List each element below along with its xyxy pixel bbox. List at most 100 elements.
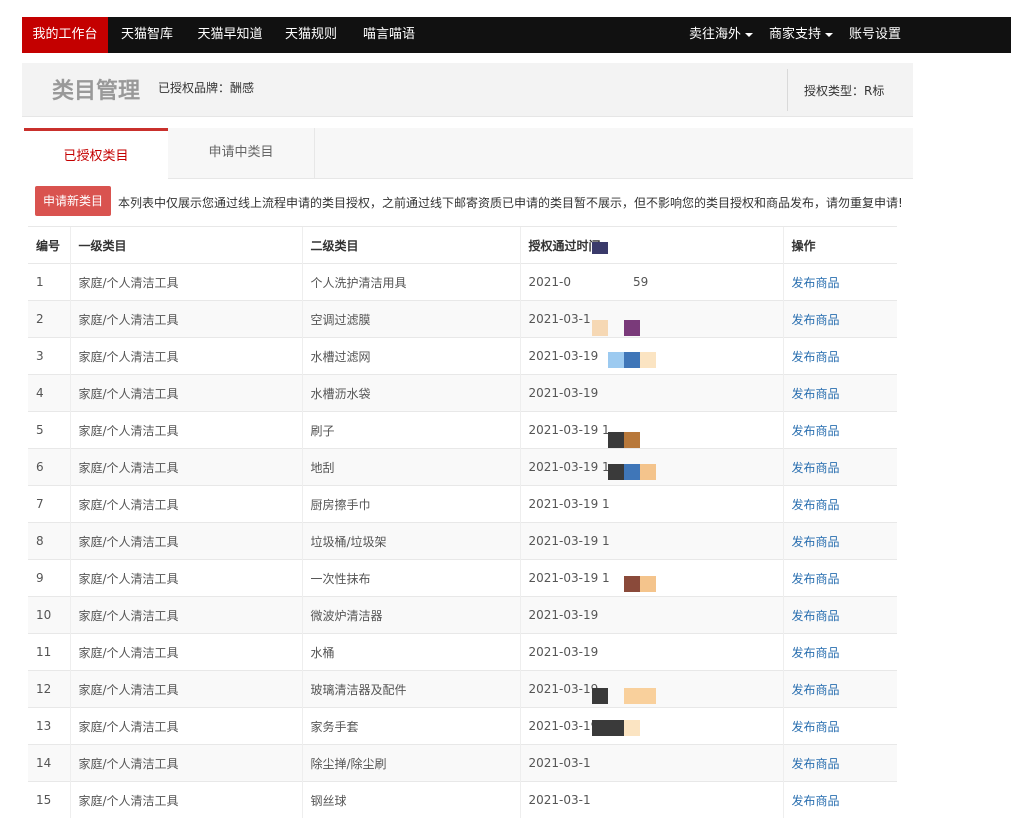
cell-action: 发布商品	[782, 633, 897, 671]
brand-value: 酬感	[230, 81, 255, 95]
table-body: 1 家庭/个人清洁工具 个人洗护清洁用具 2021-0 59 发布商品 2 家庭/个人清洁工具…	[28, 263, 897, 818]
mosaic-block	[608, 464, 624, 480]
cell-category-level1: 家庭/个人清洁工具	[69, 485, 302, 523]
cell-category-level2: 水槽过滤网	[301, 337, 520, 375]
cell-category-level2: 垃圾桶/垃圾架	[301, 522, 520, 560]
approved-time-text: 2021-03-19	[528, 682, 599, 696]
cell-category-level1: 家庭/个人清洁工具	[69, 448, 302, 486]
caret-down-icon	[825, 32, 833, 37]
mosaic-block	[624, 432, 640, 448]
approved-time-text: 2021-03-19 1	[528, 497, 610, 511]
approved-time-text: 2021-03-1	[528, 312, 591, 326]
tab-authorized-categories[interactable]: 已授权类目	[24, 128, 168, 179]
mosaic-block	[608, 352, 624, 368]
mosaic-block	[640, 464, 656, 480]
cell-category-level2: 地刮	[301, 448, 520, 486]
approved-time-text: 2021-03-19 1	[528, 423, 610, 437]
publish-product-link[interactable]: 发布商品	[792, 794, 840, 808]
approved-time-text: 2021-03-19	[528, 719, 599, 733]
table-row: 3 家庭/个人清洁工具 水槽过滤网 2021-03-19 发布商品	[28, 337, 897, 375]
cell-category-level1: 家庭/个人清洁工具	[69, 411, 302, 449]
publish-product-link[interactable]: 发布商品	[792, 720, 840, 734]
cell-category-level2: 空调过滤膜	[301, 300, 520, 338]
cell-action: 发布商品	[782, 411, 897, 449]
table-row: 14 家庭/个人清洁工具 除尘掸/除尘刷 2021-03-1 发布商品	[28, 744, 897, 782]
cell-action: 发布商品	[782, 485, 897, 523]
cell-action: 发布商品	[782, 744, 897, 782]
approved-time-text: 2021-0	[528, 275, 572, 289]
nav-tmall-rules[interactable]: 天猫规则	[280, 17, 342, 53]
publish-product-link[interactable]: 发布商品	[792, 683, 840, 697]
publish-product-link[interactable]: 发布商品	[792, 424, 840, 438]
publish-product-link[interactable]: 发布商品	[792, 757, 840, 771]
header-action: 操作	[782, 226, 897, 264]
publish-product-link[interactable]: 发布商品	[792, 535, 840, 549]
header-no: 编号	[28, 226, 70, 264]
cell-approved-time: 2021-03-19	[519, 374, 783, 412]
header-category-level2: 二级类目	[301, 226, 520, 264]
cell-no: 6	[28, 448, 70, 486]
cell-category-level2: 水槽沥水袋	[301, 374, 520, 412]
table-row: 13 家庭/个人清洁工具 家务手套 2021-03-19 发布商品	[28, 707, 897, 745]
approved-time-text: 2021-03-19	[528, 608, 599, 622]
tab-bar: 已授权类目 申请中类目	[24, 128, 913, 179]
nav-tmall-think-tank[interactable]: 天猫智库	[114, 17, 180, 53]
table-row: 15 家庭/个人清洁工具 钢丝球 2021-03-1 发布商品	[28, 781, 897, 818]
cell-action: 发布商品	[782, 707, 897, 745]
nav-account-settings[interactable]: 账号设置	[844, 17, 906, 53]
tab-pending-categories[interactable]: 申请中类目	[168, 128, 315, 178]
mosaic-block	[624, 720, 640, 736]
cell-category-level2: 个人洗护清洁用具	[301, 263, 520, 301]
header-approved-time: 授权通过时间	[519, 226, 783, 264]
publish-product-link[interactable]: 发布商品	[792, 387, 840, 401]
cell-approved-time: 2021-03-1	[519, 781, 783, 818]
mosaic-block	[592, 720, 624, 736]
publish-product-link[interactable]: 发布商品	[792, 646, 840, 660]
mosaic-block	[592, 688, 608, 704]
mosaic-block	[624, 320, 640, 336]
cell-no: 14	[28, 744, 70, 782]
cell-no: 12	[28, 670, 70, 708]
cell-no: 11	[28, 633, 70, 671]
auth-type-value: R标	[864, 84, 885, 98]
cell-category-level2: 刷子	[301, 411, 520, 449]
apply-new-category-button[interactable]: 申请新类目	[35, 186, 111, 216]
publish-product-link[interactable]: 发布商品	[792, 461, 840, 475]
cell-no: 5	[28, 411, 70, 449]
nav-my-workbench[interactable]: 我的工作台	[22, 17, 108, 53]
table-row: 6 家庭/个人清洁工具 地刮 2021-03-19 1 发布商品	[28, 448, 897, 486]
publish-product-link[interactable]: 发布商品	[792, 313, 840, 327]
mosaic-block	[640, 576, 656, 592]
cell-category-level2: 厨房擦手巾	[301, 485, 520, 523]
cell-no: 10	[28, 596, 70, 634]
nav-miao-words[interactable]: 喵言喵语	[358, 17, 420, 53]
cell-action: 发布商品	[782, 448, 897, 486]
cell-approved-time: 2021-03-19 1	[519, 411, 783, 449]
publish-product-link[interactable]: 发布商品	[792, 572, 840, 586]
header-panel: 类目管理 已授权品牌：酬感 授权类型：R标	[22, 63, 913, 117]
publish-product-link[interactable]: 发布商品	[792, 276, 840, 290]
nav-sell-overseas[interactable]: 卖往海外	[686, 17, 756, 53]
header-divider	[787, 69, 788, 111]
cell-action: 发布商品	[782, 263, 897, 301]
cell-action: 发布商品	[782, 300, 897, 338]
publish-product-link[interactable]: 发布商品	[792, 498, 840, 512]
mosaic-block	[624, 576, 640, 592]
cell-approved-time: 2021-03-19 1	[519, 485, 783, 523]
cell-approved-time: 2021-03-19 1	[519, 522, 783, 560]
cell-approved-time: 2021-03-1	[519, 744, 783, 782]
cell-approved-time: 2021-03-19	[519, 707, 783, 745]
top-nav: 我的工作台 天猫智库 天猫早知道 天猫规则 喵言喵语 卖往海外 商家支持 账号设…	[22, 17, 1011, 53]
notice-text: 本列表中仅展示您通过线上流程申请的类目授权，之前通过线下邮寄资质已申请的类目暂不…	[118, 196, 903, 210]
cell-no: 2	[28, 300, 70, 338]
cell-no: 3	[28, 337, 70, 375]
table-header-row: 编号 一级类目 二级类目 授权通过时间 操作	[28, 226, 897, 264]
cell-approved-time: 2021-03-19	[519, 596, 783, 634]
cell-no: 15	[28, 781, 70, 818]
nav-sell-overseas-label: 卖往海外	[688, 27, 741, 42]
cell-approved-time: 2021-03-1	[519, 300, 783, 338]
nav-tmall-early-know[interactable]: 天猫早知道	[194, 17, 266, 53]
publish-product-link[interactable]: 发布商品	[792, 350, 840, 364]
nav-merchant-support[interactable]: 商家支持	[766, 17, 836, 53]
publish-product-link[interactable]: 发布商品	[792, 609, 840, 623]
